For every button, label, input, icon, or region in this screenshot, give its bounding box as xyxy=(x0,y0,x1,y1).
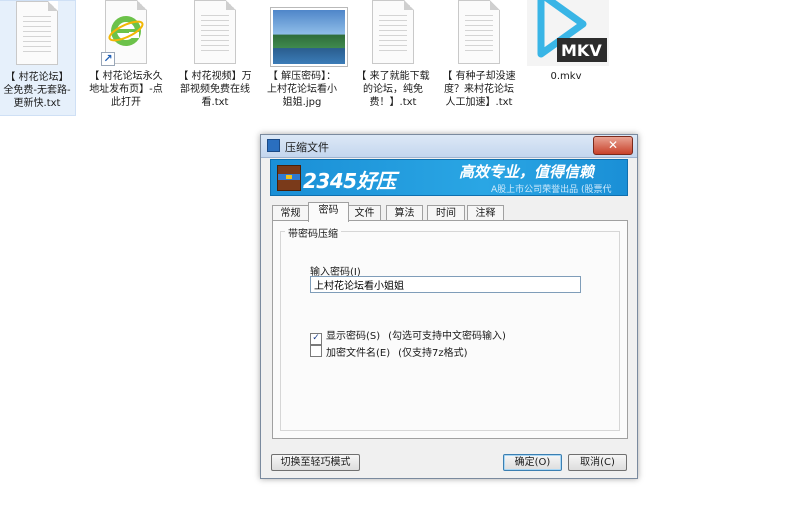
tab-time[interactable]: 时间 xyxy=(427,205,465,221)
text-file-icon xyxy=(368,0,418,66)
password-input[interactable] xyxy=(310,276,581,293)
file-label: 0.mkv xyxy=(550,71,582,82)
tab-password[interactable]: 密码 xyxy=(308,202,349,222)
file-item-1[interactable]: 【 村花论坛】全免费-无套路-更新快.txt xyxy=(0,0,76,116)
encrypt-names-hint: (仅支持7z格式) xyxy=(398,348,468,359)
switch-mode-button[interactable]: 切换至轻巧模式 xyxy=(271,454,360,471)
file-item-4[interactable]: 【 解压密码】：上村花论坛看小姐姐.jpg xyxy=(263,0,347,116)
file-item-7[interactable]: MKV 0.mkv xyxy=(527,0,609,90)
mkv-badge: MKV xyxy=(561,41,602,60)
image-file-icon xyxy=(271,0,347,66)
encrypt-names-checkbox[interactable] xyxy=(310,345,322,357)
dialog-title: 压缩文件 xyxy=(285,141,329,154)
tab-comment[interactable]: 注释 xyxy=(467,205,504,221)
file-item-5[interactable]: 【 来了就能下载的论坛，纯免费！】.txt xyxy=(354,0,432,116)
show-password-hint: (勾选可支持中文密码输入) xyxy=(388,331,506,342)
file-label: 【 有种子却没速度？来村花论坛人工加速】.txt xyxy=(442,71,516,108)
banner-slogan: 高效专业，值得信赖 xyxy=(459,163,595,181)
compress-dialog: 压缩文件 ✕ 2345好压 高效专业，值得信赖 A股上市公司荣誉出品 (股票代码… xyxy=(260,134,638,479)
haozip-logo-icon xyxy=(277,165,301,191)
tab-files[interactable]: 文件 xyxy=(348,205,381,221)
close-icon: ✕ xyxy=(607,138,619,152)
file-item-3[interactable]: 【 村花视频】万部视频免费在线看.txt xyxy=(176,0,254,116)
tab-algorithm[interactable]: 算法 xyxy=(386,205,423,221)
shortcut-arrow-icon: ↗ xyxy=(101,52,115,66)
encrypt-names-label: 加密文件名(E) xyxy=(326,348,391,359)
ok-button[interactable]: 确定(O) xyxy=(503,454,562,471)
file-label: 【 来了就能下载的论坛，纯免费！】.txt xyxy=(356,71,430,108)
close-button[interactable]: ✕ xyxy=(593,136,633,155)
file-item-2[interactable]: ↗ 【 村花论坛永久地址发布页】-点此打开 xyxy=(87,0,165,116)
dialog-titlebar[interactable]: 压缩文件 ✕ xyxy=(261,135,637,158)
text-file-icon xyxy=(454,0,504,66)
group-title: 带密码压缩 xyxy=(285,225,341,240)
file-label: 【 村花论坛永久地址发布页】-点此打开 xyxy=(89,71,163,108)
ie-logo-icon xyxy=(108,16,144,46)
haozip-app-icon xyxy=(267,139,280,152)
show-password-label: 显示密码(S) xyxy=(326,331,381,342)
password-group: 带密码压缩 输入密码(I) ✓显示密码(S)(勾选可支持中文密码输入) 加密文件… xyxy=(280,225,620,431)
password-tab-panel: 带密码压缩 输入密码(I) ✓显示密码(S)(勾选可支持中文密码输入) 加密文件… xyxy=(272,220,628,439)
file-item-6[interactable]: 【 有种子却没速度？来村花论坛人工加速】.txt xyxy=(440,0,518,116)
banner-subtitle: A股上市公司荣誉出品 (股票代码：002195) xyxy=(491,185,612,195)
file-label: 【 村花视频】万部视频免费在线看.txt xyxy=(178,71,252,108)
cancel-button[interactable]: 取消(C) xyxy=(568,454,627,471)
brand-banner: 2345好压 高效专业，值得信赖 A股上市公司荣誉出品 (股票代码：002195… xyxy=(270,159,628,196)
text-file-icon xyxy=(190,0,240,66)
ie-shortcut-icon: ↗ xyxy=(101,0,151,66)
file-label: 【 村花论坛】全免费-无套路-更新快.txt xyxy=(3,72,71,109)
file-label: 【 解压密码】：上村花论坛看小姐姐.jpg xyxy=(267,71,337,108)
banner-brand: 2345好压 xyxy=(303,169,396,193)
video-file-icon: MKV xyxy=(527,0,609,66)
show-password-option[interactable]: ✓ 显示密码(S) (勾选可支持中文密码输入) xyxy=(310,327,506,345)
tab-general[interactable]: 常规 xyxy=(272,205,309,221)
text-file-icon xyxy=(12,1,62,67)
encrypt-names-option[interactable]: 加密文件名(E) (仅支持7z格式) xyxy=(310,344,468,359)
